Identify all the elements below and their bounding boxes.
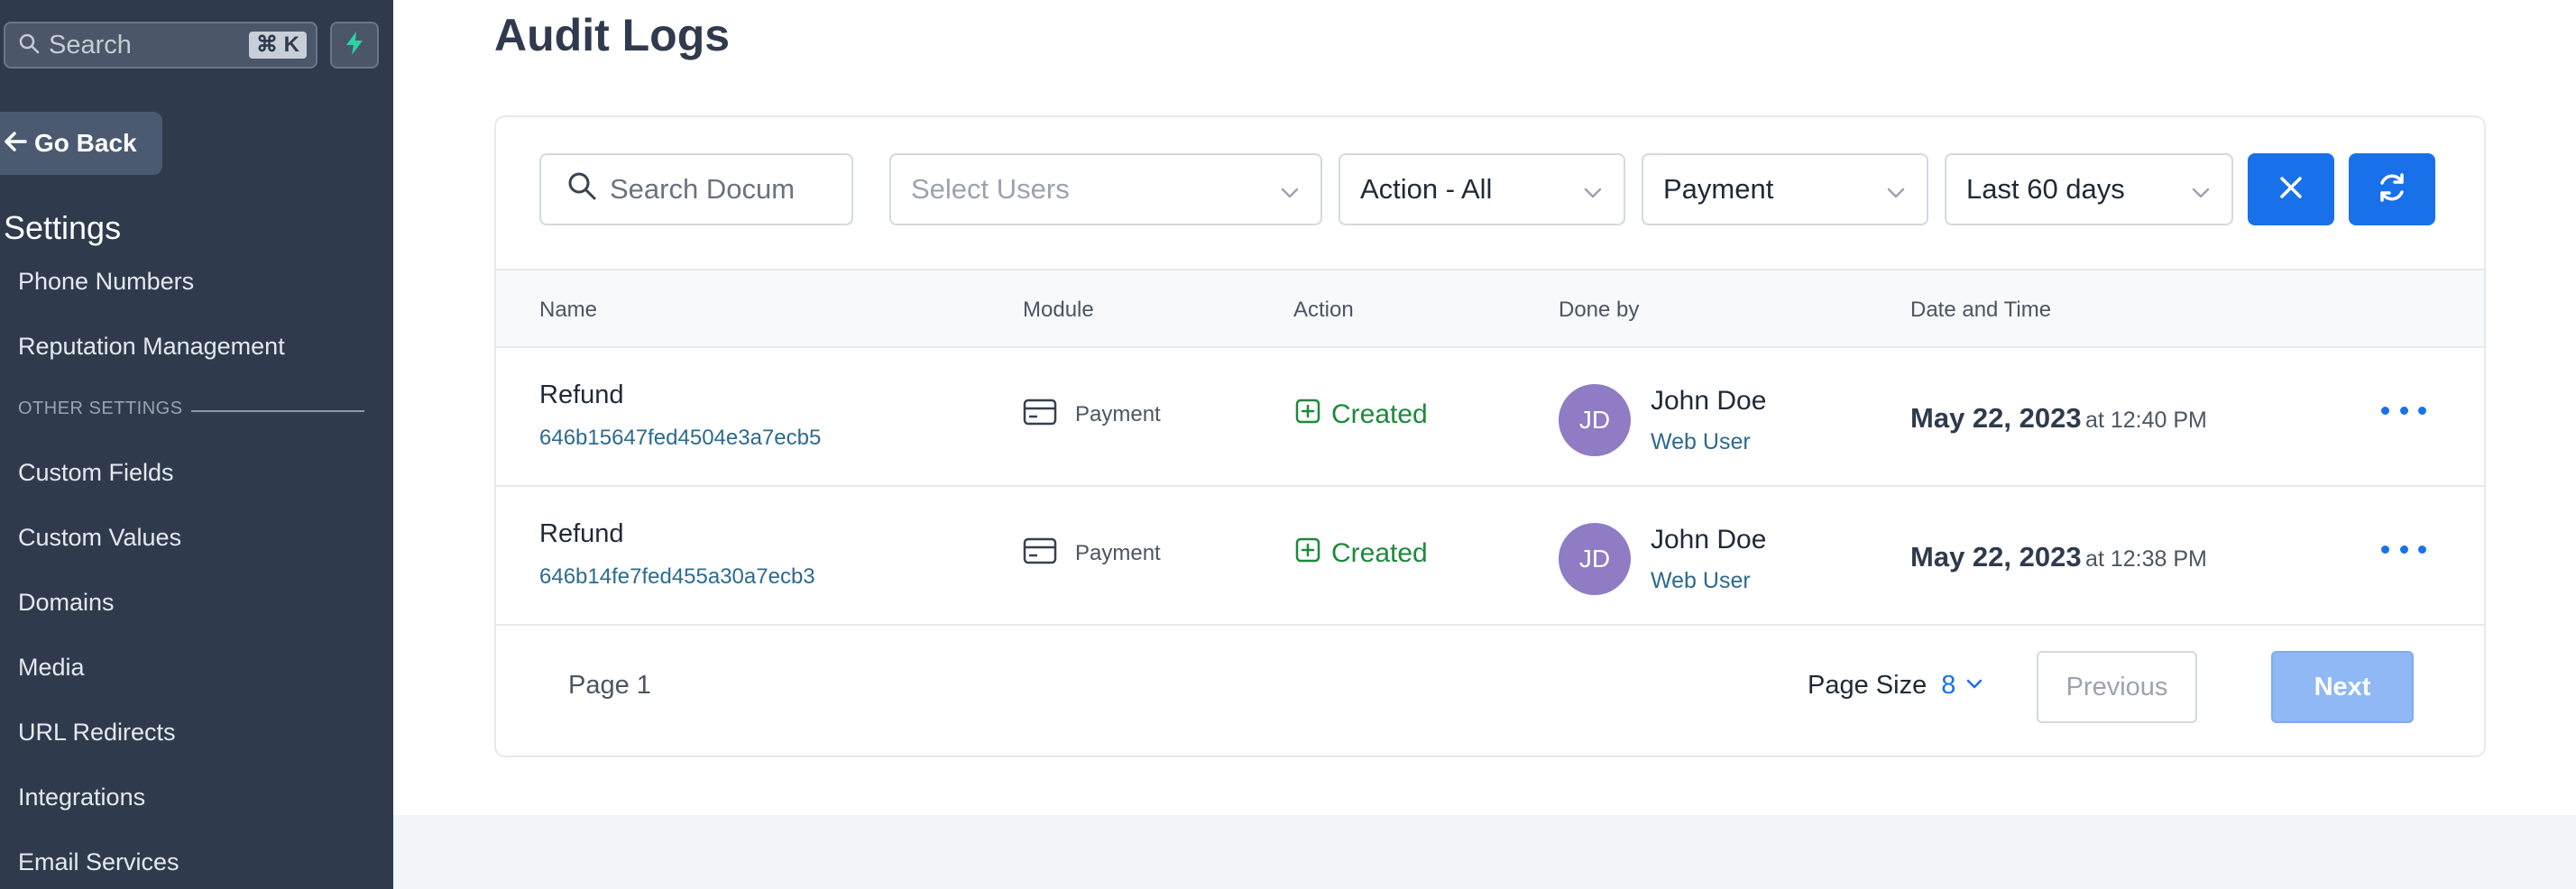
sidebar-item-custom-values[interactable]: Custom Values bbox=[18, 524, 181, 552]
log-id-link[interactable]: 646b14fe7fed455a30a7ecb3 bbox=[539, 564, 815, 590]
action-filter-dropdown[interactable]: Action - All bbox=[1339, 153, 1625, 225]
settings-title: Settings bbox=[4, 209, 122, 246]
log-date: May 22, 2023 bbox=[1910, 541, 2082, 573]
clear-filters-button[interactable] bbox=[2248, 153, 2334, 225]
column-header-module[interactable]: Module bbox=[1023, 298, 1094, 323]
log-id-link[interactable]: 646b15647fed4504e3a7ecb5 bbox=[539, 426, 821, 451]
column-header-action[interactable]: Action bbox=[1293, 298, 1354, 323]
date-range-dropdown[interactable]: Last 60 days bbox=[1945, 153, 2233, 225]
log-date: May 22, 2023 bbox=[1910, 402, 2082, 434]
log-time: at 12:40 PM bbox=[2085, 408, 2207, 433]
sidebar: Search ⌘ K Go Back Settings Phone Number… bbox=[0, 0, 393, 889]
ellipsis-icon[interactable] bbox=[2381, 397, 2426, 424]
refresh-button[interactable] bbox=[2349, 153, 2435, 225]
sidebar-search-input[interactable]: Search ⌘ K bbox=[4, 22, 317, 69]
action-label: Created bbox=[1331, 538, 1428, 568]
shortcut-badge: ⌘ K bbox=[249, 32, 307, 59]
chevron-down-icon bbox=[1964, 671, 1984, 701]
user-role: Web User bbox=[1651, 429, 1751, 454]
module-filter-value: Payment bbox=[1663, 173, 1774, 205]
column-header-name[interactable]: Name bbox=[539, 298, 597, 323]
ellipsis-icon[interactable] bbox=[2381, 536, 2426, 563]
go-back-label: Go Back bbox=[34, 129, 137, 157]
table-header: Name Module Action Done by Date and Time bbox=[496, 269, 2484, 348]
page-title: Audit Logs bbox=[494, 10, 731, 60]
refresh-icon bbox=[2375, 170, 2409, 209]
sidebar-item-domains[interactable]: Domains bbox=[18, 589, 115, 617]
action-cell: Created bbox=[1295, 399, 1428, 431]
close-icon bbox=[2277, 174, 2305, 206]
chevron-down-icon bbox=[1279, 179, 1301, 211]
arrow-left-icon bbox=[4, 127, 27, 160]
credit-card-icon bbox=[1023, 399, 1057, 430]
table-row[interactable]: Refund 646b14fe7fed455a30a7ecb3 Payment … bbox=[496, 487, 2484, 626]
date-time-cell: May 22, 2023 at 12:40 PM bbox=[1910, 402, 2207, 435]
document-search-input[interactable]: Search Docum bbox=[539, 153, 853, 225]
select-users-placeholder: Select Users bbox=[911, 173, 1070, 205]
section-divider bbox=[191, 410, 364, 412]
bolt-icon bbox=[345, 31, 364, 60]
user-name: John Doe bbox=[1651, 386, 1767, 416]
chevron-down-icon bbox=[2190, 179, 2212, 211]
chevron-down-icon bbox=[1885, 179, 1907, 211]
page-size-value: 8 bbox=[1941, 671, 1956, 700]
action-filter-value: Action - All bbox=[1360, 173, 1493, 205]
sidebar-item-reputation-management[interactable]: Reputation Management bbox=[18, 333, 285, 361]
plus-square-icon bbox=[1295, 537, 1320, 570]
action-cell: Created bbox=[1295, 537, 1428, 570]
audit-log-card: Search Docum Select Users Action - All P… bbox=[494, 115, 2486, 757]
module-cell: Payment bbox=[1023, 399, 1161, 430]
log-time: at 12:38 PM bbox=[2085, 546, 2207, 572]
plus-square-icon bbox=[1295, 399, 1320, 431]
select-users-dropdown[interactable]: Select Users bbox=[889, 153, 1322, 225]
main-footer-area bbox=[393, 815, 2576, 889]
module-filter-dropdown[interactable]: Payment bbox=[1642, 153, 1928, 225]
log-name: Refund bbox=[539, 380, 624, 409]
chevron-down-icon bbox=[1582, 179, 1604, 211]
document-search-placeholder: Search Docum bbox=[610, 173, 796, 205]
avatar: JD bbox=[1559, 523, 1631, 595]
sidebar-item-email-services[interactable]: Email Services bbox=[18, 848, 179, 876]
sidebar-item-phone-numbers[interactable]: Phone Numbers bbox=[18, 268, 194, 296]
page-size-label: Page Size bbox=[1808, 671, 1927, 700]
other-settings-heading: OTHER SETTINGS bbox=[18, 399, 183, 418]
next-button[interactable]: Next bbox=[2271, 651, 2414, 723]
search-icon bbox=[566, 170, 597, 208]
module-cell: Payment bbox=[1023, 537, 1161, 569]
sidebar-search-placeholder: Search bbox=[49, 30, 132, 60]
sidebar-item-integrations[interactable]: Integrations bbox=[18, 784, 145, 811]
sidebar-item-url-redirects[interactable]: URL Redirects bbox=[18, 719, 176, 747]
action-label: Created bbox=[1331, 399, 1428, 429]
module-label: Payment bbox=[1075, 401, 1161, 426]
previous-button[interactable]: Previous bbox=[2037, 651, 2197, 723]
sidebar-item-media[interactable]: Media bbox=[18, 654, 85, 682]
module-label: Payment bbox=[1075, 540, 1161, 565]
date-range-value: Last 60 days bbox=[1966, 173, 2125, 205]
quick-action-button[interactable] bbox=[330, 22, 379, 69]
column-header-done-by[interactable]: Done by bbox=[1559, 298, 1639, 323]
column-header-date-time[interactable]: Date and Time bbox=[1910, 298, 2051, 323]
page-size-selector[interactable]: Page Size 8 bbox=[1808, 671, 1984, 701]
user-role: Web User bbox=[1651, 568, 1751, 593]
user-name: John Doe bbox=[1651, 525, 1767, 554]
sidebar-item-custom-fields[interactable]: Custom Fields bbox=[18, 459, 174, 487]
current-page-label: Page 1 bbox=[568, 671, 651, 700]
go-back-button[interactable]: Go Back bbox=[0, 112, 162, 175]
table-row[interactable]: Refund 646b15647fed4504e3a7ecb5 Payment … bbox=[496, 348, 2484, 487]
search-icon bbox=[18, 32, 40, 59]
credit-card-icon bbox=[1023, 537, 1057, 569]
log-name: Refund bbox=[539, 519, 624, 548]
avatar: JD bbox=[1559, 384, 1631, 456]
date-time-cell: May 22, 2023 at 12:38 PM bbox=[1910, 541, 2207, 573]
